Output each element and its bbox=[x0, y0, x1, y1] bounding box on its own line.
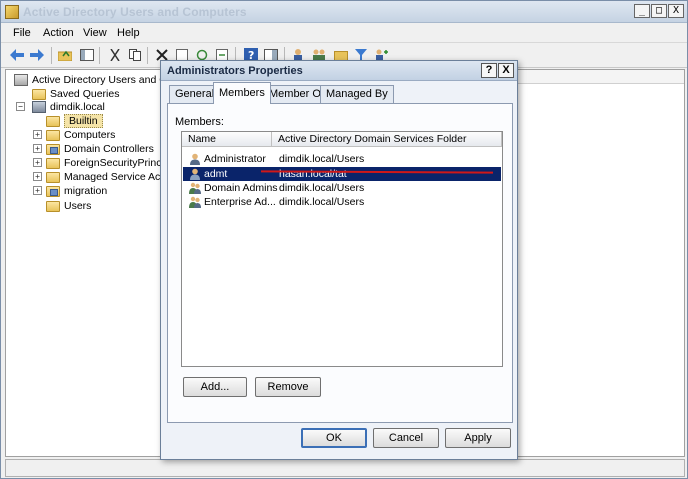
expand-toggle[interactable]: + bbox=[33, 144, 42, 153]
member-folder: dimdik.local/Users bbox=[279, 153, 365, 165]
cut-icon[interactable] bbox=[107, 47, 123, 63]
folder-icon bbox=[32, 88, 46, 100]
expand-toggle[interactable]: + bbox=[33, 172, 42, 181]
user-icon bbox=[190, 153, 200, 165]
tree-item-computers[interactable]: Computers bbox=[46, 128, 115, 142]
properties-dialog: Administrators Properties ? X General Me… bbox=[160, 60, 518, 460]
ou-folder-icon bbox=[46, 185, 60, 197]
add-button[interactable]: Add... bbox=[183, 377, 247, 397]
dialog-title-bar: Administrators Properties ? X bbox=[161, 61, 517, 81]
console-tree-icon[interactable] bbox=[79, 47, 95, 63]
column-header-name[interactable]: Name bbox=[182, 132, 272, 147]
apply-button[interactable]: Apply bbox=[445, 428, 511, 448]
group-icon bbox=[189, 182, 201, 194]
status-bar bbox=[5, 459, 685, 477]
menu-help[interactable]: Help bbox=[117, 27, 140, 39]
ad-app-icon bbox=[5, 5, 19, 19]
expand-toggle[interactable]: + bbox=[33, 130, 42, 139]
window-title: Active Directory Users and Computers bbox=[23, 5, 247, 19]
member-row[interactable]: Domain Admins dimdik.local/Users bbox=[183, 181, 501, 195]
tree-item-builtin[interactable]: Builtin bbox=[46, 114, 103, 128]
tree-item-label: migration bbox=[64, 185, 108, 197]
dialog-help-button[interactable]: ? bbox=[481, 63, 497, 78]
tree-item-label: ForeignSecurityPrincipa bbox=[64, 157, 176, 169]
tab-members[interactable]: Members bbox=[213, 82, 271, 104]
member-folder: dimdik.local/Users bbox=[279, 196, 365, 208]
dialog-title: Administrators Properties bbox=[167, 65, 303, 77]
tree-item-label: Domain Controllers bbox=[64, 143, 154, 155]
menu-bar: File Action View Help bbox=[1, 23, 687, 43]
menu-action[interactable]: Action bbox=[43, 27, 74, 39]
member-name: admt bbox=[204, 168, 228, 180]
dialog-close-button[interactable]: X bbox=[498, 63, 514, 78]
minimize-button[interactable]: _ bbox=[634, 4, 650, 18]
menu-file[interactable]: File bbox=[13, 27, 31, 39]
tree-item-label: Saved Queries bbox=[50, 88, 120, 100]
domain-icon bbox=[32, 101, 46, 113]
member-name: Domain Admins bbox=[204, 182, 278, 194]
member-name: Enterprise Ad... bbox=[204, 196, 276, 208]
back-arrow-icon[interactable] bbox=[9, 47, 25, 63]
folder-icon bbox=[46, 171, 60, 183]
user-icon bbox=[190, 168, 200, 180]
toolbar-separator bbox=[51, 47, 52, 64]
toolbar-separator bbox=[147, 47, 148, 64]
toolbar-separator bbox=[99, 47, 100, 64]
ad-console-icon bbox=[14, 74, 28, 86]
column-header-folder[interactable]: Active Directory Domain Services Folder bbox=[272, 132, 502, 147]
folder-icon bbox=[46, 200, 60, 212]
close-button[interactable]: X bbox=[668, 4, 684, 18]
tree-root-label: Active Directory Users and Cor bbox=[32, 74, 177, 86]
tree-item-label: Users bbox=[64, 200, 92, 212]
folder-icon bbox=[46, 115, 60, 127]
title-bar: Active Directory Users and Computers _ □… bbox=[1, 1, 687, 23]
tree-item-managed-service-accounts[interactable]: Managed Service Accou bbox=[46, 170, 177, 184]
tree-item-foreign-security-principals[interactable]: ForeignSecurityPrincipa bbox=[46, 156, 175, 170]
group-icon bbox=[189, 196, 201, 208]
member-folder: hasan.local/tat bbox=[279, 168, 347, 180]
tree-item-domain[interactable]: dimdik.local bbox=[32, 100, 105, 114]
copy-icon[interactable] bbox=[127, 47, 143, 63]
forward-arrow-icon[interactable] bbox=[29, 47, 45, 63]
maximize-button[interactable]: □ bbox=[651, 4, 667, 18]
folder-icon bbox=[46, 129, 60, 141]
member-row-selected[interactable]: admt hasan.local/tat bbox=[183, 167, 501, 181]
tab-managed-by[interactable]: Managed By bbox=[320, 85, 394, 103]
up-folder-icon[interactable] bbox=[57, 47, 73, 63]
member-folder: dimdik.local/Users bbox=[279, 182, 365, 194]
expand-toggle[interactable]: + bbox=[33, 186, 42, 195]
tree-item-saved-queries[interactable]: Saved Queries bbox=[32, 87, 119, 101]
collapse-toggle[interactable]: − bbox=[16, 102, 25, 111]
tree-item-domain-controllers[interactable]: Domain Controllers bbox=[46, 142, 154, 156]
member-row[interactable]: Enterprise Ad... dimdik.local/Users bbox=[183, 195, 501, 209]
menu-view[interactable]: View bbox=[83, 27, 107, 39]
folder-icon bbox=[46, 157, 60, 169]
tree-item-users[interactable]: Users bbox=[46, 199, 91, 213]
member-row[interactable]: Administrator dimdik.local/Users bbox=[183, 152, 501, 166]
cancel-button[interactable]: Cancel bbox=[373, 428, 439, 448]
tree-root[interactable]: Active Directory Users and Cor bbox=[14, 73, 176, 87]
members-list[interactable]: Name Active Directory Domain Services Fo… bbox=[181, 131, 503, 367]
tree-item-migration[interactable]: migration bbox=[46, 184, 107, 198]
tree-item-label: Builtin bbox=[64, 114, 103, 128]
tree-item-label: dimdik.local bbox=[50, 101, 105, 113]
remove-button[interactable]: Remove bbox=[255, 377, 321, 397]
expand-toggle[interactable]: + bbox=[33, 158, 42, 167]
ou-folder-icon bbox=[46, 143, 60, 155]
member-name: Administrator bbox=[204, 153, 266, 165]
tree-item-label: Computers bbox=[64, 129, 116, 141]
members-label: Members: bbox=[175, 116, 224, 128]
ok-button[interactable]: OK bbox=[301, 428, 367, 448]
